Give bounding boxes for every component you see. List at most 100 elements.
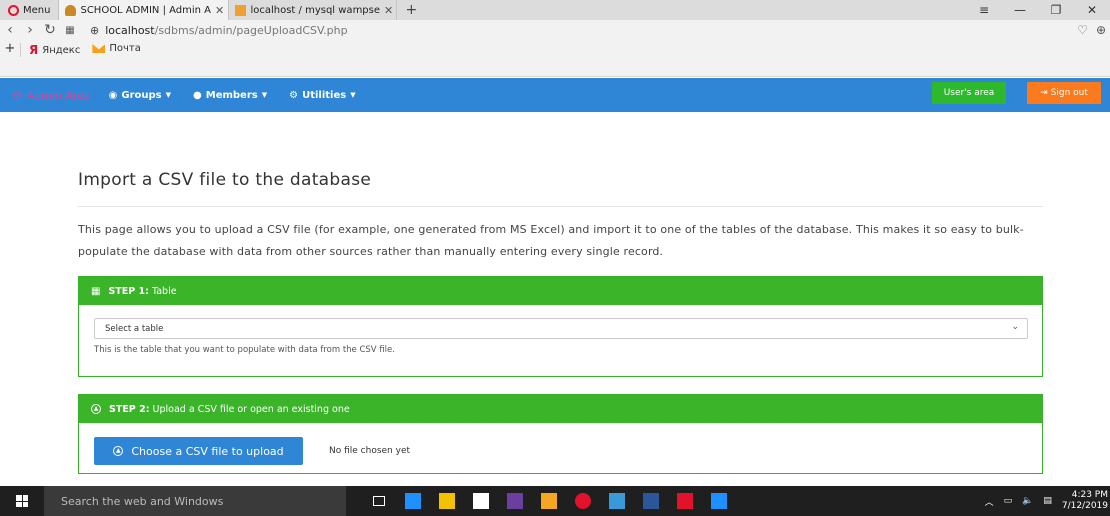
caret-down-icon: ▼ — [261, 91, 268, 99]
sign-out-label: Sign out — [1050, 88, 1088, 98]
tab-phpmyadmin[interactable]: localhost / mysql wampse ✕ — [228, 0, 396, 20]
step2-label: STEP 2: — [109, 403, 150, 415]
opera-logo-icon — [8, 4, 19, 16]
globe-icon: ◉ — [108, 89, 118, 101]
windows-taskbar: Search the web and Windows ︿ ▭ 🔈 ▤ 4:23 … — [0, 486, 1110, 516]
yandex-icon: Я — [29, 43, 39, 57]
chevron-up-icon[interactable]: ︿ — [985, 495, 994, 508]
step1-label: STEP 1: — [108, 285, 149, 297]
upload-circle-icon: ▲ — [91, 404, 101, 414]
tab-menu-icon[interactable]: ≡ — [966, 0, 1002, 20]
heart-icon[interactable]: ♡ — [1077, 23, 1088, 37]
bookmarks-bar: + Я Яндекс Почта — [0, 40, 1110, 77]
taskbar-app-icon[interactable] — [566, 486, 600, 516]
taskbar-app-icon[interactable] — [498, 486, 532, 516]
taskbar-app-icon[interactable] — [396, 486, 430, 516]
nav-label: Groups — [121, 89, 162, 101]
user-favicon-icon — [65, 4, 77, 16]
step2-panel: ▲ STEP 2: Upload a CSV file or open an e… — [78, 394, 1043, 474]
system-tray: ︿ ▭ 🔈 ▤ 4:23 PM 7/12/2019 — [985, 490, 1110, 512]
table-select[interactable]: Select a table ⌄ — [94, 318, 1028, 339]
nav-utilities[interactable]: ⚙ Utilities ▼ — [289, 90, 356, 101]
bookmark-mail[interactable]: Почта — [88, 43, 149, 54]
url-field[interactable]: ⊕ localhost/sdbms/admin/pageUploadCSV.ph… — [86, 22, 1077, 38]
cog-icon: ⚙ — [12, 88, 23, 102]
nav-members[interactable]: ● Members ▼ — [193, 90, 267, 101]
address-bar: ‹ › ↻ ▦ ⊕ localhost/sdbms/admin/pageUplo… — [0, 20, 1110, 40]
step2-title: Upload a CSV file or open an existing on… — [152, 403, 350, 415]
taskbar-app-icon[interactable] — [702, 486, 736, 516]
bookmark-label: Почта — [109, 43, 141, 54]
browser-tab-bar: Menu SCHOOL ADMIN | Admin A ✕ localhost … — [0, 0, 1110, 20]
file-status: No file chosen yet — [329, 446, 411, 456]
add-bookmark-icon[interactable]: + — [0, 41, 20, 56]
browser-menu-label: Menu — [23, 4, 51, 16]
taskbar-apps — [362, 486, 736, 516]
sign-out-icon: ⇥ — [1040, 88, 1048, 98]
taskbar-app-icon[interactable] — [668, 486, 702, 516]
page-description: This page allows you to upload a CSV fil… — [78, 223, 1024, 258]
table-select-value: Select a table — [105, 323, 164, 334]
forward-icon[interactable]: › — [20, 22, 40, 38]
tab-title: SCHOOL ADMIN | Admin A — [80, 4, 212, 16]
window-controls: ≡ — ❐ ✕ — [966, 0, 1110, 20]
close-window-icon[interactable]: ✕ — [1074, 0, 1110, 20]
users-area-button[interactable]: User's area — [932, 82, 1006, 104]
maximize-icon[interactable]: ❐ — [1038, 0, 1074, 20]
taskbar-app-icon[interactable] — [464, 486, 498, 516]
taskbar-app-icon[interactable] — [362, 486, 396, 516]
clock[interactable]: 4:23 PM 7/12/2019 — [1062, 490, 1108, 512]
tab-close-icon[interactable]: ✕ — [384, 4, 393, 17]
url-path: /sdbms/admin/pageUploadCSV.php — [154, 23, 348, 37]
back-icon[interactable]: ‹ — [0, 22, 20, 38]
windows-logo-icon — [16, 495, 28, 507]
taskbar-app-icon[interactable] — [532, 486, 566, 516]
bookmark-yandex[interactable]: Я Яндекс — [20, 43, 88, 57]
download-icon[interactable]: ⊕ — [1096, 23, 1106, 37]
taskbar-app-icon[interactable] — [634, 486, 668, 516]
taskbar-search[interactable]: Search the web and Windows — [44, 486, 346, 516]
choose-csv-label: Choose a CSV file to upload — [131, 444, 284, 458]
tab-title: localhost / mysql wampse — [250, 4, 381, 16]
step1-title: Table — [151, 285, 177, 297]
nav-label: Members — [205, 89, 258, 101]
globe-icon: ⊕ — [90, 23, 100, 37]
page-title: Import a CSV file to the database — [78, 170, 372, 190]
bookmark-label: Яндекс — [42, 44, 81, 56]
user-icon: ● — [193, 89, 202, 101]
new-tab-button[interactable]: + — [396, 0, 425, 20]
step2-header: ▲ STEP 2: Upload a CSV file or open an e… — [79, 395, 1042, 423]
tab-close-icon[interactable]: ✕ — [215, 4, 224, 17]
table-help-text: This is the table that you want to popul… — [94, 345, 395, 355]
choose-csv-button[interactable]: ▲ Choose a CSV file to upload — [94, 437, 303, 465]
taskbar-app-icon[interactable] — [600, 486, 634, 516]
nav-groups[interactable]: ◉ Groups ▼ — [109, 90, 171, 101]
phpmyadmin-favicon-icon — [235, 4, 247, 16]
sign-out-button[interactable]: ⇥ Sign out — [1027, 82, 1101, 104]
minimize-icon[interactable]: — — [1002, 0, 1038, 20]
caret-down-icon: ▼ — [350, 91, 356, 99]
clock-time: 4:23 PM — [1071, 490, 1108, 500]
step1-panel: ▦ STEP 1: Table Select a table ⌄ This is… — [78, 276, 1043, 377]
battery-icon[interactable]: ▭ — [1004, 496, 1013, 506]
url-host: localhost — [105, 23, 155, 37]
table-grid-icon: ▦ — [91, 285, 101, 297]
taskbar-app-icon[interactable] — [430, 486, 464, 516]
start-button[interactable] — [0, 495, 44, 507]
reload-icon[interactable]: ↻ — [40, 22, 60, 38]
chevron-down-icon: ⌄ — [1011, 322, 1019, 332]
cog-icon: ⚙ — [289, 89, 299, 101]
nav-label: Utilities — [302, 89, 347, 101]
notifications-icon[interactable]: ▤ — [1043, 496, 1052, 506]
caret-down-icon: ▼ — [165, 91, 172, 99]
admin-area-brand[interactable]: ⚙ Admin Area — [0, 88, 91, 102]
tab-school-admin[interactable]: SCHOOL ADMIN | Admin A ✕ — [58, 0, 229, 20]
speed-dial-icon[interactable]: ▦ — [60, 25, 80, 36]
mail-icon — [92, 44, 106, 53]
volume-icon[interactable]: 🔈 — [1022, 496, 1033, 506]
brand-label: Admin Area — [26, 88, 91, 102]
browser-menu-button[interactable]: Menu — [0, 0, 58, 20]
upload-circle-icon: ▲ — [113, 446, 124, 456]
divider — [78, 206, 1043, 207]
step1-header: ▦ STEP 1: Table — [79, 277, 1042, 305]
